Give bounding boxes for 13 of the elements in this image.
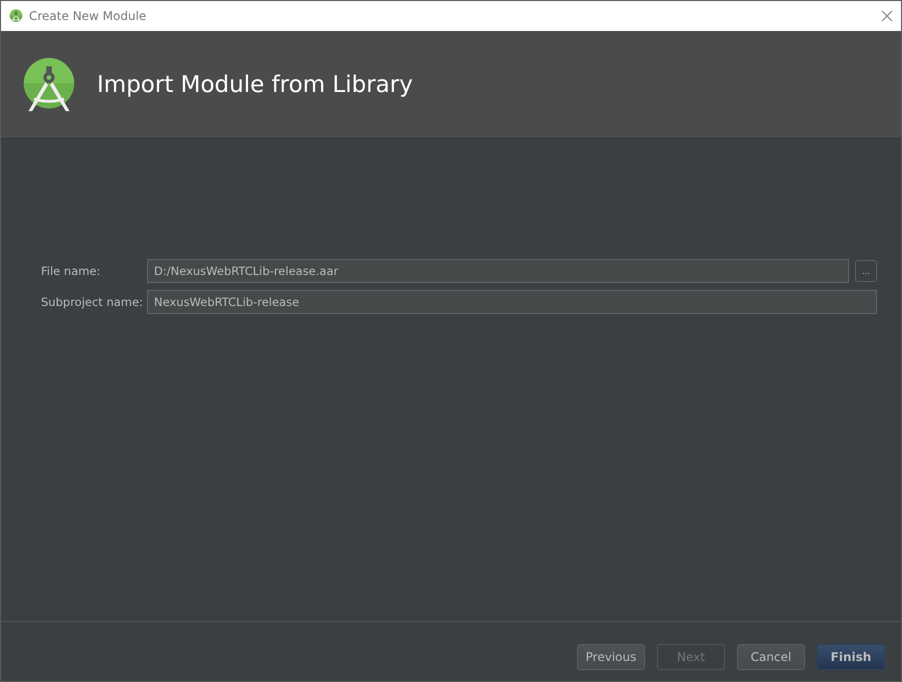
field-label: Subproject name: bbox=[41, 295, 141, 309]
text-field[interactable]: D:/NexusWebRTCLib-release.aar bbox=[147, 259, 849, 283]
dialog-title: Import Module from Library bbox=[97, 72, 413, 98]
app-logo-icon bbox=[9, 9, 23, 23]
close-icon[interactable] bbox=[881, 10, 893, 22]
window-title: Create New Module bbox=[29, 9, 148, 23]
finish-button[interactable]: Finish bbox=[817, 644, 885, 670]
app-logo-icon bbox=[21, 56, 77, 112]
browse-button[interactable]: ... bbox=[855, 260, 877, 282]
cancel-button[interactable]: Cancel bbox=[737, 644, 805, 670]
field-label: File name: bbox=[41, 264, 102, 278]
text-field[interactable]: NexusWebRTCLib-release bbox=[147, 290, 877, 314]
previous-button[interactable]: Previous bbox=[577, 644, 645, 670]
